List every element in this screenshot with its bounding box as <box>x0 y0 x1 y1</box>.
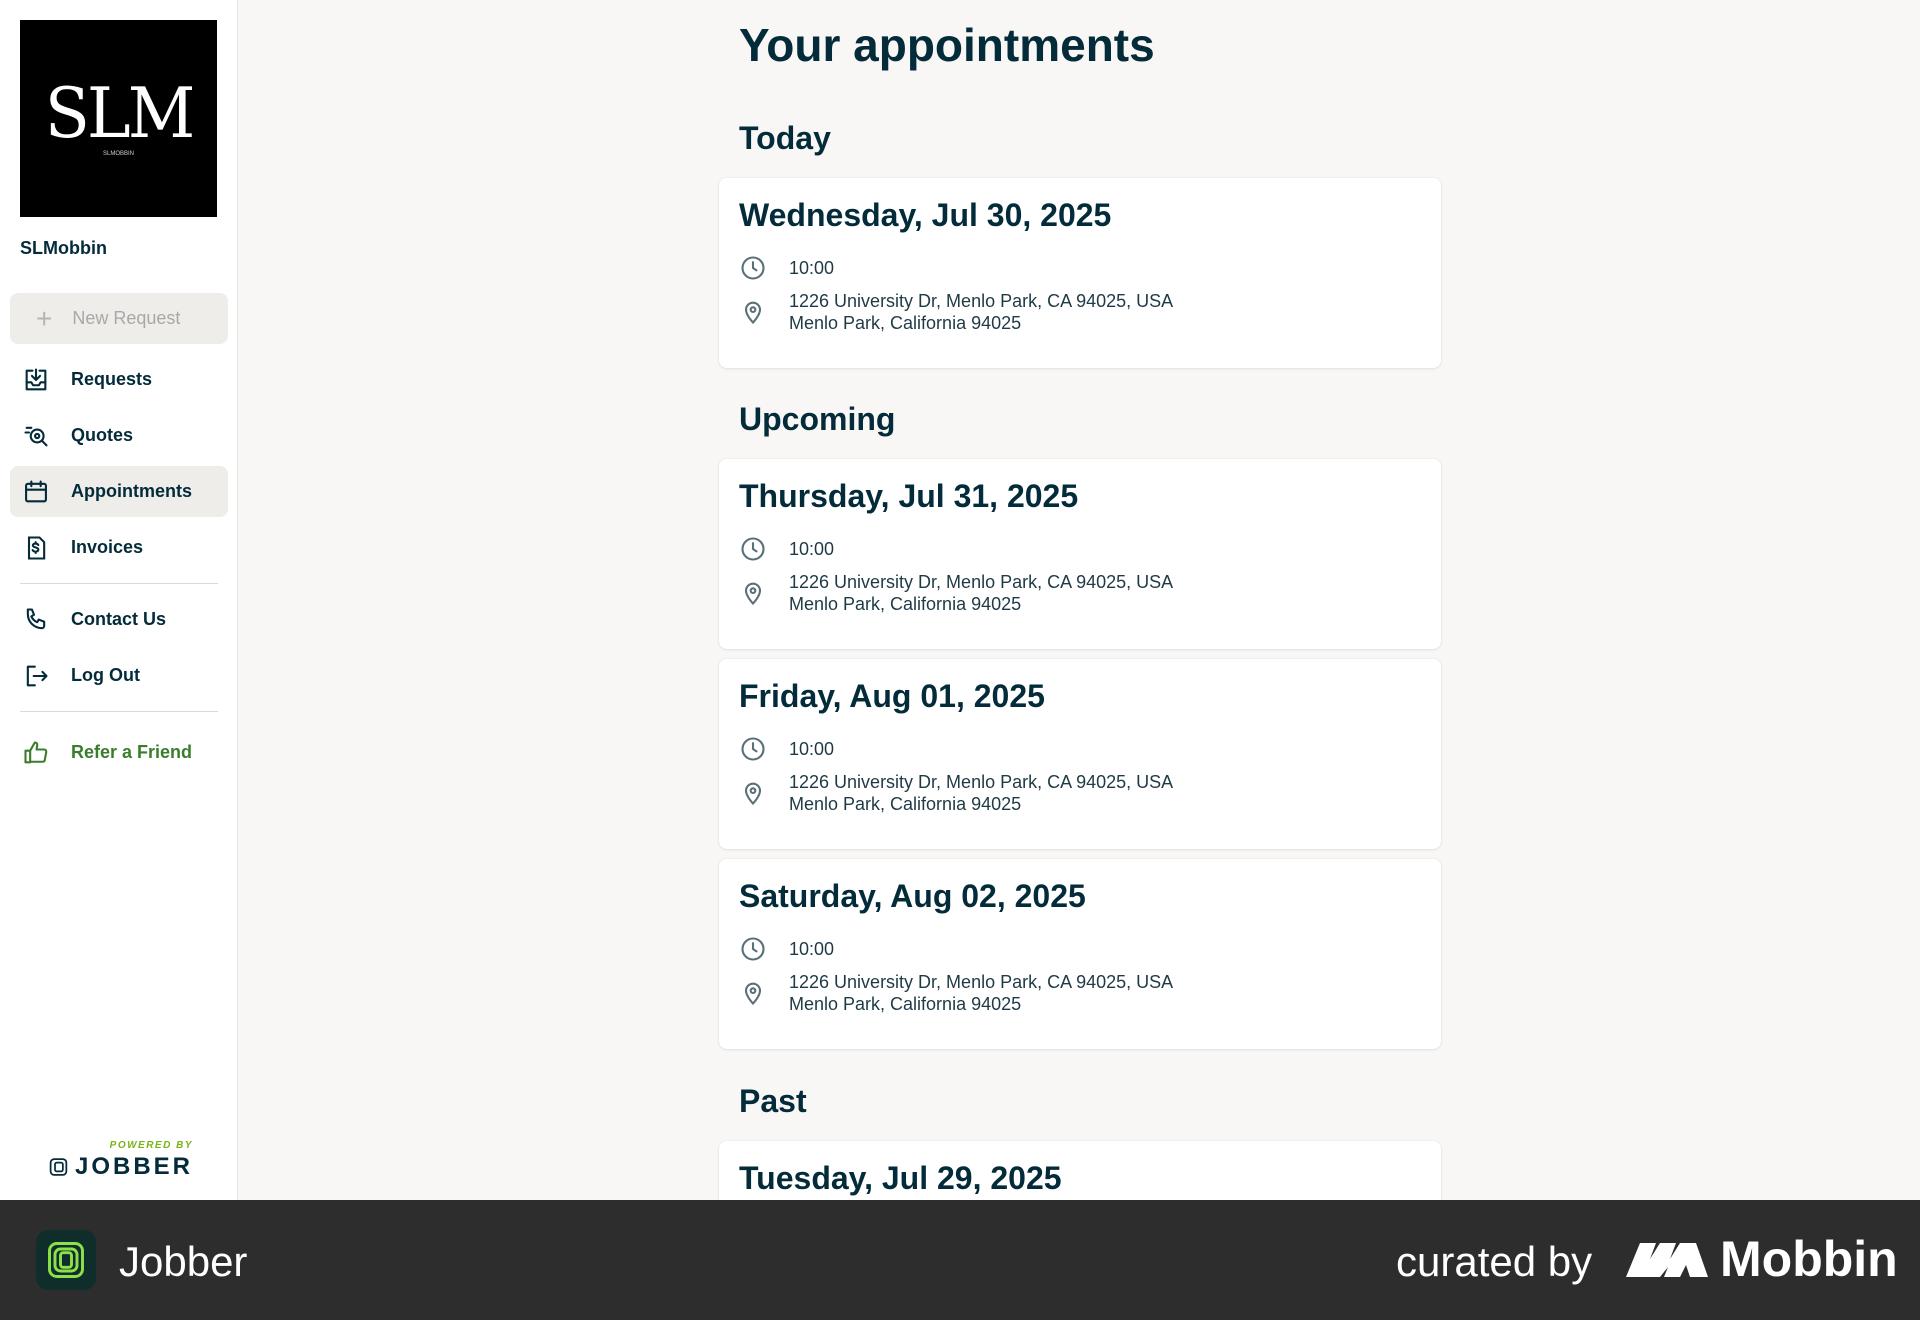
appointment-card[interactable]: Tuesday, Jul 29, 2025 <box>719 1141 1441 1200</box>
appointment-card[interactable]: Friday, Aug 01, 2025 10:00 1226 Universi… <box>719 659 1441 849</box>
appointment-address-row: 1226 University Dr, Menlo Park, CA 94025… <box>739 290 1173 334</box>
clock-icon <box>739 735 767 763</box>
footer-bar: Jobber curated by Mobbin <box>0 1200 1920 1320</box>
address-line-2: Menlo Park, California 94025 <box>789 594 1022 614</box>
appointment-time-row: 10:00 <box>739 735 834 763</box>
appointment-address: 1226 University Dr, Menlo Park, CA 94025… <box>789 571 1173 615</box>
sidebar-item-log-out[interactable]: Log Out <box>10 650 228 701</box>
address-line-1: 1226 University Dr, Menlo Park, CA 94025… <box>789 972 1174 992</box>
address-line-2: Menlo Park, California 94025 <box>789 313 1022 333</box>
appointment-address: 1226 University Dr, Menlo Park, CA 94025… <box>789 290 1173 334</box>
new-request-button[interactable]: + New Request <box>10 293 228 344</box>
mobbin-brand-text: Mobbin <box>1720 1231 1898 1287</box>
mobbin-logo: Mobbin <box>1626 1230 1898 1288</box>
appointment-address: 1226 University Dr, Menlo Park, CA 94025… <box>789 771 1173 815</box>
appointment-card[interactable]: Wednesday, Jul 30, 2025 10:00 1226 Unive… <box>719 178 1441 368</box>
powered-by-text: POWERED BY <box>109 1140 193 1151</box>
jobber-wordmark: JOBBER <box>48 1153 193 1181</box>
appointment-time: 10:00 <box>789 938 835 959</box>
refer-a-friend-label: Refer a Friend <box>71 742 193 762</box>
address-line-2: Menlo Park, California 94025 <box>789 994 1022 1014</box>
sidebar: SLM SLMOBBIN SLMobbin + New Request Requ… <box>0 0 238 1200</box>
address-line-1: 1226 University Dr, Menlo Park, CA 94025… <box>789 572 1174 592</box>
inbox-download-icon <box>22 366 50 394</box>
appointment-time: 10:00 <box>789 538 835 559</box>
company-name: SLMobbin <box>20 238 107 258</box>
logout-icon <box>22 662 50 690</box>
appointment-address: 1226 University Dr, Menlo Park, CA 94025… <box>789 971 1173 1015</box>
new-request-label: New Request <box>72 308 181 328</box>
powered-by-jobber: POWERED BY JOBBER <box>48 1140 193 1181</box>
sidebar-item-label: Quotes <box>71 425 134 445</box>
jobber-logo-icon <box>49 1158 68 1176</box>
appointment-card[interactable]: Thursday, Jul 31, 2025 10:00 1226 Univer… <box>719 459 1441 649</box>
sidebar-item-label: Log Out <box>71 665 140 685</box>
company-logo: SLM SLMOBBIN <box>20 20 217 217</box>
appointment-time-row: 10:00 <box>739 535 834 563</box>
sidebar-item-label: Requests <box>71 369 153 389</box>
clock-icon <box>739 254 767 282</box>
appointment-address-row: 1226 University Dr, Menlo Park, CA 94025… <box>739 571 1173 615</box>
plus-icon: + <box>36 302 53 334</box>
address-line-2: Menlo Park, California 94025 <box>789 794 1022 814</box>
refer-a-friend-link[interactable]: Refer a Friend <box>10 727 228 778</box>
appointment-time-row: 10:00 <box>739 254 834 282</box>
sidebar-divider <box>20 711 218 712</box>
app-name: Jobber <box>119 1238 248 1285</box>
appointment-date: Thursday, Jul 31, 2025 <box>739 478 1079 514</box>
invoice-dollar-icon <box>22 534 50 562</box>
jobber-brand-text: JOBBER <box>74 1153 193 1180</box>
location-pin-icon <box>739 979 767 1007</box>
location-pin-icon <box>739 779 767 807</box>
appointment-date: Tuesday, Jul 29, 2025 <box>739 1160 1062 1196</box>
appointment-time: 10:00 <box>789 257 835 278</box>
clock-icon <box>739 935 767 963</box>
location-pin-icon <box>739 298 767 326</box>
sidebar-item-appointments[interactable]: Appointments <box>10 466 228 517</box>
phone-icon <box>22 606 50 634</box>
appointment-card[interactable]: Saturday, Aug 02, 2025 10:00 1226 Univer… <box>719 859 1441 1049</box>
thumbs-up-icon <box>22 739 50 767</box>
jobber-app-icon <box>36 1230 96 1290</box>
section-past-heading: Past <box>739 1083 807 1119</box>
sidebar-divider <box>20 583 218 584</box>
sidebar-item-label: Appointments <box>71 481 192 501</box>
calendar-icon <box>22 478 50 506</box>
sidebar-item-label: Invoices <box>71 537 144 557</box>
address-line-1: 1226 University Dr, Menlo Park, CA 94025… <box>789 772 1174 792</box>
location-pin-icon <box>739 579 767 607</box>
curated-by-text: curated by <box>1396 1238 1593 1285</box>
appointment-date: Wednesday, Jul 30, 2025 <box>739 197 1112 233</box>
appointment-date: Saturday, Aug 02, 2025 <box>739 878 1086 914</box>
appointment-address-row: 1226 University Dr, Menlo Park, CA 94025… <box>739 771 1173 815</box>
appointment-time: 10:00 <box>789 738 835 759</box>
clock-icon <box>739 535 767 563</box>
section-today-heading: Today <box>739 120 831 156</box>
appointment-date: Friday, Aug 01, 2025 <box>739 678 1045 714</box>
sidebar-item-label: Contact Us <box>71 609 167 629</box>
sidebar-item-quotes[interactable]: Quotes <box>10 410 228 461</box>
sidebar-item-invoices[interactable]: Invoices <box>10 522 228 573</box>
section-upcoming-heading: Upcoming <box>739 401 896 437</box>
page-title: Your appointments <box>739 19 1155 71</box>
logo-text: SLM <box>44 72 196 154</box>
sidebar-item-requests[interactable]: Requests <box>10 354 228 405</box>
appointment-time-row: 10:00 <box>739 935 834 963</box>
quote-search-icon <box>22 422 50 450</box>
appointment-address-row: 1226 University Dr, Menlo Park, CA 94025… <box>739 971 1173 1015</box>
address-line-1: 1226 University Dr, Menlo Park, CA 94025… <box>789 291 1174 311</box>
mobbin-mark-icon <box>1626 1243 1708 1277</box>
sidebar-item-contact-us[interactable]: Contact Us <box>10 594 228 645</box>
